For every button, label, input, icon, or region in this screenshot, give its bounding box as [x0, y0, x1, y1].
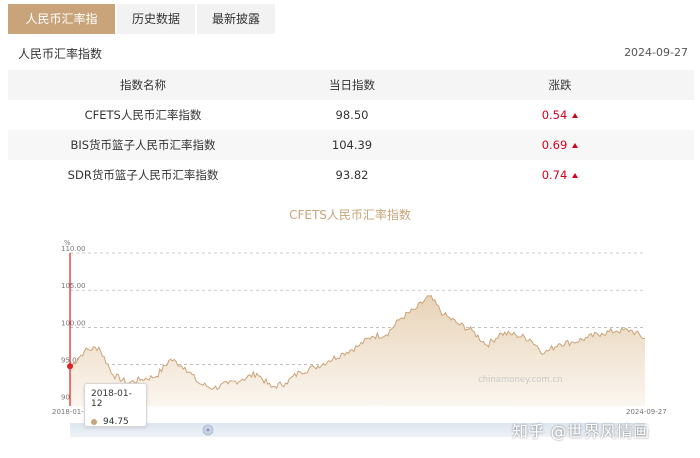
tab-history-data[interactable]: 历史数据: [117, 4, 195, 34]
y-tick-label: 105.00: [61, 282, 86, 290]
data-date: 2024-09-27: [624, 46, 688, 59]
series-dot-icon: [91, 419, 97, 425]
tab-latest-disclosure[interactable]: 最新披露: [197, 4, 275, 34]
tooltip-value: 94.75: [103, 417, 129, 427]
index-value: 93.82: [335, 168, 369, 182]
index-change: 0.74: [426, 168, 694, 182]
chart-watermark: chinamoney.com.cn: [478, 375, 563, 385]
chart-title: CFETS人民币汇率指数: [289, 208, 411, 222]
index-value: 104.39: [331, 138, 373, 152]
index-table: 指数名称 当日指数 涨跌 CFETS人民币汇率指数 98.50 0.54 BIS…: [8, 70, 694, 190]
index-name: SDR货币篮子人民币汇率指数: [67, 168, 219, 182]
site-watermark: 知乎 @世界风情画: [512, 422, 650, 441]
tooltip-value-row: 94.75: [91, 417, 140, 427]
up-triangle-icon: [572, 173, 579, 178]
y-tick-label: 100.00: [61, 319, 86, 327]
header-daily-index: 当日指数: [329, 78, 375, 92]
table-row: SDR货币篮子人民币汇率指数 93.82 0.74: [8, 160, 694, 190]
tooltip-date: 2018-01-12: [91, 389, 132, 409]
index-name: BIS货币篮子人民币汇率指数: [70, 138, 216, 152]
index-change: 0.54: [426, 108, 694, 122]
index-name: CFETS人民币汇率指数: [84, 108, 202, 122]
tab-rmb-index[interactable]: 人民币汇率指数: [8, 4, 115, 56]
section-title: 人民币汇率指数: [18, 47, 103, 61]
tab-bar: 人民币汇率指数 历史数据 最新披露: [8, 4, 277, 56]
up-triangle-icon: [572, 113, 579, 118]
chart-hover-point: [67, 363, 73, 370]
header-index-name: 指数名称: [120, 78, 166, 92]
chart-tooltip: 2018-01-12 94.75: [84, 383, 147, 427]
table-header-row: 指数名称 当日指数 涨跌: [8, 70, 694, 100]
y-axis-unit: %: [64, 239, 71, 247]
navigator-handle-grip-icon: [206, 428, 210, 432]
x-axis-end-label: 2024-09-27: [626, 408, 667, 416]
up-triangle-icon: [572, 143, 579, 148]
header-change: 涨跌: [548, 78, 572, 92]
table-row: CFETS人民币汇率指数 98.50 0.54: [8, 100, 694, 130]
table-row: BIS货币篮子人民币汇率指数 104.39 0.69: [8, 130, 694, 160]
index-change: 0.69: [426, 138, 694, 152]
section-header: 人民币汇率指数 2024-09-27: [8, 42, 694, 66]
index-value: 98.50: [335, 108, 369, 122]
chart-area-fill: [70, 295, 645, 406]
